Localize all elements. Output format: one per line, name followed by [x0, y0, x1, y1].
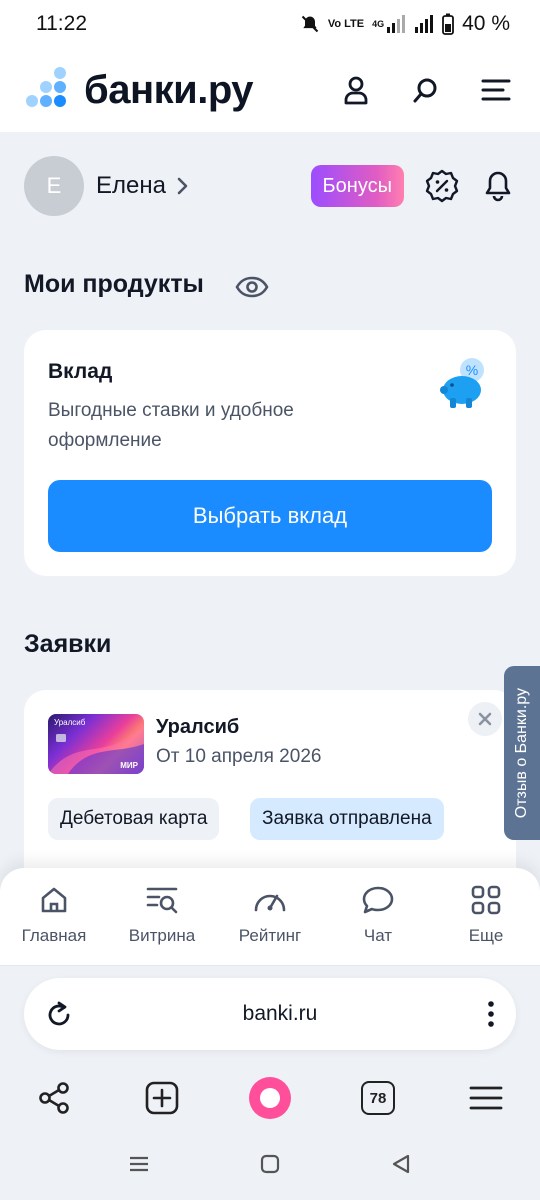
browser-chrome: banki.ru 78 — [0, 966, 540, 1200]
bell-icon — [485, 171, 511, 202]
app-header: банки.ру — [0, 48, 540, 132]
applications-title: Заявки — [24, 630, 112, 658]
showcase-icon — [144, 882, 180, 918]
product-type-badge: Дебетовая карта — [48, 798, 220, 840]
piggy-bank-icon: % — [440, 358, 484, 408]
signal-4g-icon: 4G — [372, 14, 406, 34]
grid-icon — [468, 882, 504, 918]
discount-button[interactable] — [424, 168, 460, 204]
nav-item-rating[interactable]: Рейтинг — [218, 882, 322, 965]
search-button[interactable] — [406, 70, 446, 110]
system-nav-bar — [0, 1144, 540, 1184]
nav-label-home: Главная — [21, 926, 87, 945]
visibility-toggle[interactable] — [234, 272, 270, 302]
choose-deposit-button[interactable]: Выбрать вклад — [48, 480, 492, 552]
feedback-label: Отзыв о Банки.ру — [513, 687, 530, 819]
eye-icon — [235, 276, 269, 298]
status-icons: Vo LTE 4G 40 % — [300, 12, 510, 36]
nav-label-rating: Рейтинг — [238, 926, 302, 945]
alice-assistant-icon — [249, 1077, 291, 1119]
plus-square-icon — [145, 1081, 179, 1115]
tabs-count: 78 — [361, 1081, 395, 1115]
chat-icon — [360, 882, 396, 918]
battery-icon — [442, 13, 455, 35]
recent-apps-icon[interactable] — [128, 1155, 150, 1173]
nav-label-chat: Чат — [363, 926, 393, 945]
chevron-right-icon[interactable] — [176, 176, 190, 196]
discount-badge-icon — [425, 169, 459, 203]
back-triangle-icon[interactable] — [390, 1153, 412, 1175]
card-thumbnail: Уралсиб МИР — [48, 714, 144, 774]
application-date: От 10 апреля 2026 — [156, 746, 322, 767]
card-network-label: МИР — [120, 761, 138, 770]
deposit-card: Вклад Выгодные ставки и удобное оформлен… — [24, 330, 516, 576]
menu-button[interactable] — [476, 70, 516, 110]
browser-menu-button[interactable] — [464, 1076, 508, 1120]
network-gen-label: 4G — [372, 19, 385, 29]
menu-icon — [481, 79, 511, 101]
nav-item-chat[interactable]: Чат — [326, 882, 430, 965]
profile-name[interactable]: Елена — [96, 172, 166, 200]
browser-toolbar: 78 — [0, 1070, 540, 1126]
nav-item-showcase[interactable]: Витрина — [110, 882, 214, 965]
search-icon — [413, 78, 437, 103]
notifications-button[interactable] — [480, 168, 516, 204]
nav-item-more[interactable]: Еще — [434, 882, 538, 965]
new-tab-button[interactable] — [140, 1076, 184, 1120]
user-icon — [344, 76, 368, 105]
products-title: Мои продукты — [24, 270, 204, 298]
battery-percent: 40 % — [462, 12, 510, 35]
bonus-button[interactable]: Бонусы — [310, 165, 404, 207]
kebab-menu-icon[interactable] — [486, 999, 496, 1029]
status-bar: 11:22 Vo LTE 4G 40 % — [0, 0, 540, 48]
nav-label-showcase: Витрина — [128, 926, 196, 945]
card-brand-label: Уралсиб — [54, 718, 86, 727]
deposit-title: Вклад — [48, 360, 113, 383]
profile-button[interactable] — [336, 70, 376, 110]
feedback-tab[interactable]: Отзыв о Банки.ру — [504, 666, 540, 840]
logo[interactable]: банки.ру — [24, 66, 254, 114]
bank-name: Уралсиб — [156, 716, 240, 738]
volte-icon: Vo LTE — [327, 17, 365, 30]
hamburger-icon — [469, 1086, 503, 1110]
url-text[interactable]: banki.ru — [74, 1002, 486, 1026]
volte-label: Vo LTE — [327, 17, 365, 30]
bottom-nav: Главная Витрина Рейтинг Чат Еще — [0, 868, 540, 966]
close-icon — [478, 712, 492, 726]
alice-button[interactable] — [248, 1076, 292, 1120]
tabs-button[interactable]: 78 — [356, 1076, 400, 1120]
mute-icon — [300, 14, 320, 34]
home-icon — [36, 882, 72, 918]
signal-icon — [414, 14, 434, 34]
gauge-icon — [252, 882, 288, 918]
home-square-icon[interactable] — [260, 1154, 280, 1174]
logo-text: банки.ру — [84, 67, 254, 112]
status-time: 11:22 — [36, 12, 87, 35]
nav-item-home[interactable]: Главная — [2, 882, 106, 965]
status-badge: Заявка отправлена — [250, 798, 444, 840]
share-icon — [39, 1082, 69, 1114]
profile-row: Е Елена Бонусы — [24, 156, 516, 216]
dismiss-button[interactable] — [468, 702, 502, 736]
reload-icon[interactable] — [44, 999, 74, 1029]
svg-text:%: % — [466, 362, 478, 378]
avatar[interactable]: Е — [24, 156, 84, 216]
deposit-description: Выгодные ставки и удобное оформление — [48, 400, 294, 451]
share-button[interactable] — [32, 1076, 76, 1120]
nav-label-more: Еще — [468, 926, 504, 945]
address-bar[interactable]: banki.ru — [24, 978, 516, 1050]
logo-icon — [26, 67, 66, 107]
